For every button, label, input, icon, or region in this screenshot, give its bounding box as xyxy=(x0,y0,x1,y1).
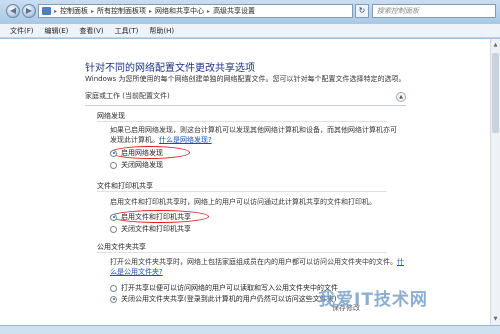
radio-selected-icon xyxy=(110,295,117,303)
network-discovery-para: 如果已启用网络发现，则这台计算机可以发现其他网络计算机和设备，而其他网络计算机亦… xyxy=(110,126,397,144)
control-panel-icon xyxy=(42,7,51,15)
forward-arrow-icon[interactable]: ▶ xyxy=(22,4,36,18)
profile-header-label: 家庭或工作 (当前配置文件) xyxy=(85,92,170,100)
radio-unselected-icon xyxy=(110,161,117,169)
radio-discovery-on[interactable]: 启用网络发现 xyxy=(110,148,163,158)
network-discovery-text: 如果已启用网络发现，则这台计算机可以发现其他网络计算机和设备，而其他网络计算机亦… xyxy=(110,125,400,145)
menu-view[interactable]: 查看(V) xyxy=(79,26,103,36)
profile-header[interactable]: 家庭或工作 (当前配置文件) ▲ xyxy=(85,91,406,106)
divider xyxy=(97,252,387,253)
radio-unselected-icon xyxy=(110,225,117,233)
breadcrumb-separator-icon: ▸ xyxy=(207,7,211,15)
scroll-down-icon[interactable]: ▼ xyxy=(492,315,499,323)
breadcrumb-network-center[interactable]: 网络和共享中心 xyxy=(155,6,204,16)
public-folder-text: 打开公用文件夹共享时，网络上包括家庭组成员在内的用户都可以访问公用文件夹中的文件… xyxy=(110,257,410,277)
radio-label: 启用文件和打印机共享 xyxy=(121,213,191,221)
file-printer-text: 启用文件和打印机共享时，网络上的用户可以访问通过此计算机共享的文件和打印机。 xyxy=(110,198,376,206)
menu-bar: 文件(F) 编辑(E) 查看(V) 工具(T) 帮助(H) xyxy=(0,24,500,38)
radio-label: 打开共享以便可以访问网络的用户可以读取和写入公用文件夹中的文件 xyxy=(121,284,338,292)
menu-tools[interactable]: 工具(T) xyxy=(115,26,139,36)
refresh-icon[interactable]: ↻ xyxy=(355,4,369,18)
scroll-thumb[interactable] xyxy=(492,53,499,133)
vertical-scrollbar[interactable]: ▲ ▼ xyxy=(490,39,500,325)
search-input[interactable]: 搜索控制面板 xyxy=(372,4,496,18)
file-printer-title: 文件和打印机共享 xyxy=(97,182,153,190)
page-title: 针对不同的网络配置文件更改共享选项 xyxy=(85,63,255,74)
radio-selected-icon xyxy=(110,213,117,221)
title-bar: ◀ ▶ ▸ 控制面板 ▸ 所有控制面板项 ▸ 网络和共享中心 ▸ 高级共享设置 … xyxy=(0,0,500,25)
menu-help[interactable]: 帮助(H) xyxy=(149,26,174,36)
network-discovery-link[interactable]: 什么是网络发现? xyxy=(159,136,212,144)
back-arrow-icon[interactable]: ◀ xyxy=(6,4,20,18)
breadcrumb-separator-icon: ▸ xyxy=(149,7,153,15)
menu-edit[interactable]: 编辑(E) xyxy=(45,26,69,36)
radio-fileprint-off[interactable]: 关闭文件和打印机共享 xyxy=(110,224,191,234)
page-description: Windows 为您所使用的每个网络创建单独的网络配置文件。您可以针对每个配置文… xyxy=(85,75,406,83)
breadcrumb-separator-icon: ▸ xyxy=(54,7,58,15)
radio-selected-icon xyxy=(110,149,117,157)
breadcrumb-advanced-sharing[interactable]: 高级共享设置 xyxy=(213,6,255,16)
radio-label: 关闭网络发现 xyxy=(121,161,163,169)
radio-label: 启用网络发现 xyxy=(121,149,163,157)
watermark-logo: 我爱IT技术网 xyxy=(318,290,428,310)
radio-unselected-icon xyxy=(110,284,117,292)
breadcrumb-all-items[interactable]: 所有控制面板项 xyxy=(97,6,146,16)
divider xyxy=(97,121,387,122)
breadcrumb-control-panel[interactable]: 控制面板 xyxy=(60,6,88,16)
menu-file[interactable]: 文件(F) xyxy=(10,26,34,36)
divider xyxy=(97,191,387,192)
radio-label: 关闭公用文件夹共享(登录到此计算机的用户仍然可以访问这些文件夹) xyxy=(121,295,337,303)
radio-discovery-off[interactable]: 关闭网络发现 xyxy=(110,160,163,170)
public-folder-para: 打开公用文件夹共享时，网络上包括家庭组成员在内的用户都可以访问公用文件夹中的文件… xyxy=(110,258,397,266)
radio-fileprint-on[interactable]: 启用文件和打印机共享 xyxy=(110,212,191,222)
content-pane: 针对不同的网络配置文件更改共享选项 Windows 为您所使用的每个网络创建单独… xyxy=(0,39,490,325)
radio-public-off[interactable]: 关闭公用文件夹共享(登录到此计算机的用户仍然可以访问这些文件夹) xyxy=(110,294,336,304)
scroll-up-icon[interactable]: ▲ xyxy=(492,41,499,49)
breadcrumb-separator-icon: ▸ xyxy=(91,7,95,15)
public-folder-title: 公用文件夹共享 xyxy=(97,243,146,251)
network-discovery-title: 网络发现 xyxy=(97,112,125,120)
radio-label: 关闭文件和打印机共享 xyxy=(121,225,191,233)
chevron-up-icon[interactable]: ▲ xyxy=(396,92,406,102)
radio-public-on[interactable]: 打开共享以便可以访问网络的用户可以读取和写入公用文件夹中的文件 xyxy=(110,283,338,293)
address-bar[interactable]: ▸ 控制面板 ▸ 所有控制面板项 ▸ 网络和共享中心 ▸ 高级共享设置 xyxy=(38,4,353,18)
